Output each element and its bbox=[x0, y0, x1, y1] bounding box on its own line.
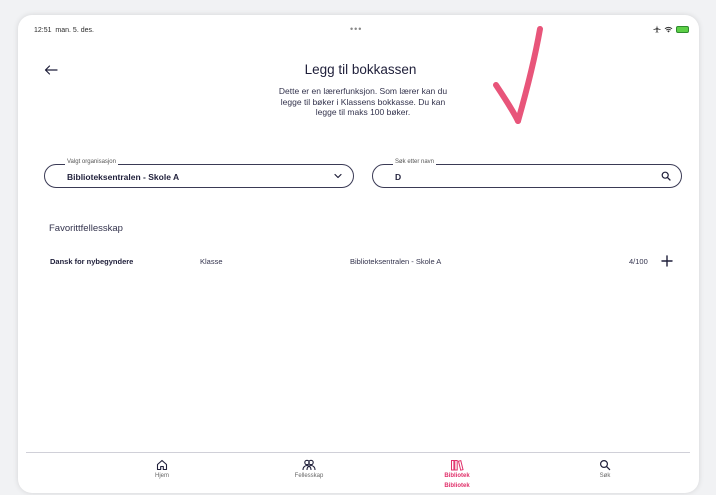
tablet-screen: 12:51 man. 5. des. ••• Legg til bokkasse… bbox=[18, 15, 699, 493]
tab-home-label: Hjem bbox=[154, 473, 169, 479]
tab-bar: Hjem Fellesskap Bibliotek Søk Bibliotek bbox=[26, 452, 690, 493]
community-book-count: 4/100 bbox=[629, 257, 648, 266]
page-description: Dette er en lærerfunksjon. Som lærer kan… bbox=[278, 86, 448, 117]
status-date-value: man. 5. des. bbox=[55, 27, 94, 34]
tab-community-label: Fellesskap bbox=[294, 473, 324, 479]
library-icon bbox=[451, 459, 464, 471]
community-organization: Biblioteksentralen - Skole A bbox=[350, 257, 442, 266]
tab-home[interactable]: Hjem bbox=[122, 459, 202, 479]
multitasking-dots[interactable]: ••• bbox=[350, 24, 362, 34]
status-bar: 12:51 man. 5. des. ••• bbox=[18, 15, 699, 37]
search-input[interactable] bbox=[395, 170, 635, 183]
search-icon bbox=[599, 459, 611, 471]
home-icon bbox=[156, 459, 168, 471]
checkmark-annotation-icon bbox=[493, 26, 543, 124]
organization-select[interactable]: Valgt organisasjon Biblioteksentralen - … bbox=[44, 159, 354, 188]
page-title: Legg til bokkassen bbox=[304, 62, 417, 77]
status-time: 12:51 man. 5. des. bbox=[34, 27, 94, 34]
add-icon[interactable] bbox=[659, 253, 675, 269]
status-icons bbox=[653, 25, 689, 33]
organization-select-value: Biblioteksentralen - Skole A bbox=[67, 172, 180, 182]
arrow-left-icon bbox=[44, 65, 58, 75]
tab-search-label: Søk bbox=[599, 473, 611, 479]
search-field-legend: Søk etter navn bbox=[393, 159, 437, 165]
wifi-icon bbox=[664, 26, 673, 32]
tab-library-label: Bibliotek bbox=[444, 473, 470, 479]
organization-select-legend: Valgt organisasjon bbox=[65, 159, 118, 165]
list-item[interactable]: Dansk for nybegyndere Klasse Bibliotekse… bbox=[44, 253, 676, 271]
battery-icon bbox=[676, 25, 689, 33]
search-icon[interactable] bbox=[661, 171, 671, 181]
tab-library[interactable]: Bibliotek bbox=[417, 459, 497, 479]
airplane-icon bbox=[653, 25, 661, 33]
tab-search[interactable]: Søk bbox=[565, 459, 645, 479]
search-field[interactable]: Søk etter navn bbox=[372, 159, 682, 188]
tab-community[interactable]: Fellesskap bbox=[269, 459, 349, 479]
favorites-section-title: Favorittfellesskap bbox=[49, 223, 123, 234]
community-icon bbox=[302, 459, 316, 471]
status-time-value: 12:51 bbox=[34, 27, 52, 34]
community-type: Klasse bbox=[200, 257, 223, 266]
chevron-down-icon bbox=[334, 173, 342, 179]
community-name: Dansk for nybegyndere bbox=[50, 257, 134, 266]
active-tab-sublabel: Bibliotek bbox=[444, 483, 470, 489]
back-button[interactable] bbox=[40, 59, 62, 81]
